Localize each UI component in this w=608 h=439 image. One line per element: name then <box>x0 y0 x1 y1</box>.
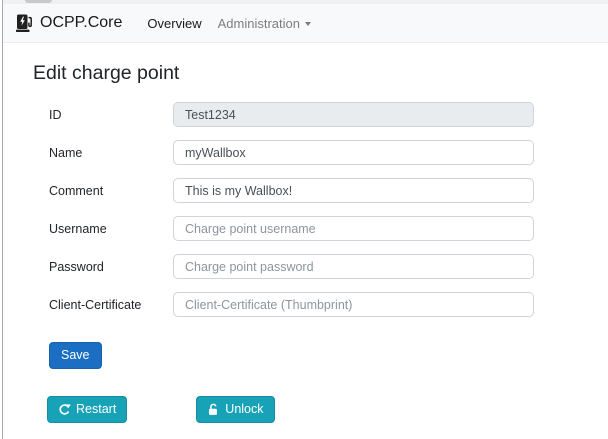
brand-text: OCPP.Core <box>40 14 122 32</box>
form-row-id: ID <box>49 102 608 127</box>
comment-field[interactable] <box>173 178 534 203</box>
save-button[interactable]: Save <box>49 342 102 369</box>
id-field <box>173 102 534 127</box>
edit-charge-point-form: ID Name Comment Username Password Client… <box>33 102 608 369</box>
brand-link[interactable]: OCPP.Core <box>16 14 122 33</box>
form-row-client-certificate: Client-Certificate <box>49 292 608 317</box>
password-field[interactable] <box>173 254 534 279</box>
nav-item-overview[interactable]: Overview <box>139 10 209 37</box>
chevron-down-icon <box>305 22 311 26</box>
ev-charging-station-icon <box>16 14 33 33</box>
password-label: Password <box>49 260 173 274</box>
browser-tab-artifact <box>25 0 52 3</box>
restart-button-label: Restart <box>76 402 116 417</box>
id-label: ID <box>49 108 173 122</box>
nav-item-administration[interactable]: Administration <box>210 10 319 37</box>
restart-button[interactable]: Restart <box>47 396 127 423</box>
comment-label: Comment <box>49 184 173 198</box>
form-row-name: Name <box>49 140 608 165</box>
client-certificate-field[interactable] <box>173 292 534 317</box>
name-field[interactable] <box>173 140 534 165</box>
main-content: Edit charge point ID Name Comment Userna… <box>3 43 608 439</box>
unlock-button-label: Unlock <box>225 402 263 417</box>
username-field[interactable] <box>173 216 534 241</box>
unlock-button[interactable]: Unlock <box>196 396 274 423</box>
form-row-comment: Comment <box>49 178 608 203</box>
refresh-icon <box>58 403 71 416</box>
form-row-username: Username <box>49 216 608 241</box>
command-actions: Restart Unlock <box>47 396 608 423</box>
navbar: OCPP.Core Overview Administration <box>3 4 608 43</box>
name-label: Name <box>49 146 173 160</box>
form-row-password: Password <box>49 254 608 279</box>
save-button-label: Save <box>61 348 90 363</box>
nav-administration-label: Administration <box>218 16 300 31</box>
unlock-icon <box>207 403 220 416</box>
client-certificate-label: Client-Certificate <box>49 298 173 312</box>
username-label: Username <box>49 222 173 236</box>
page-title: Edit charge point <box>33 62 608 85</box>
